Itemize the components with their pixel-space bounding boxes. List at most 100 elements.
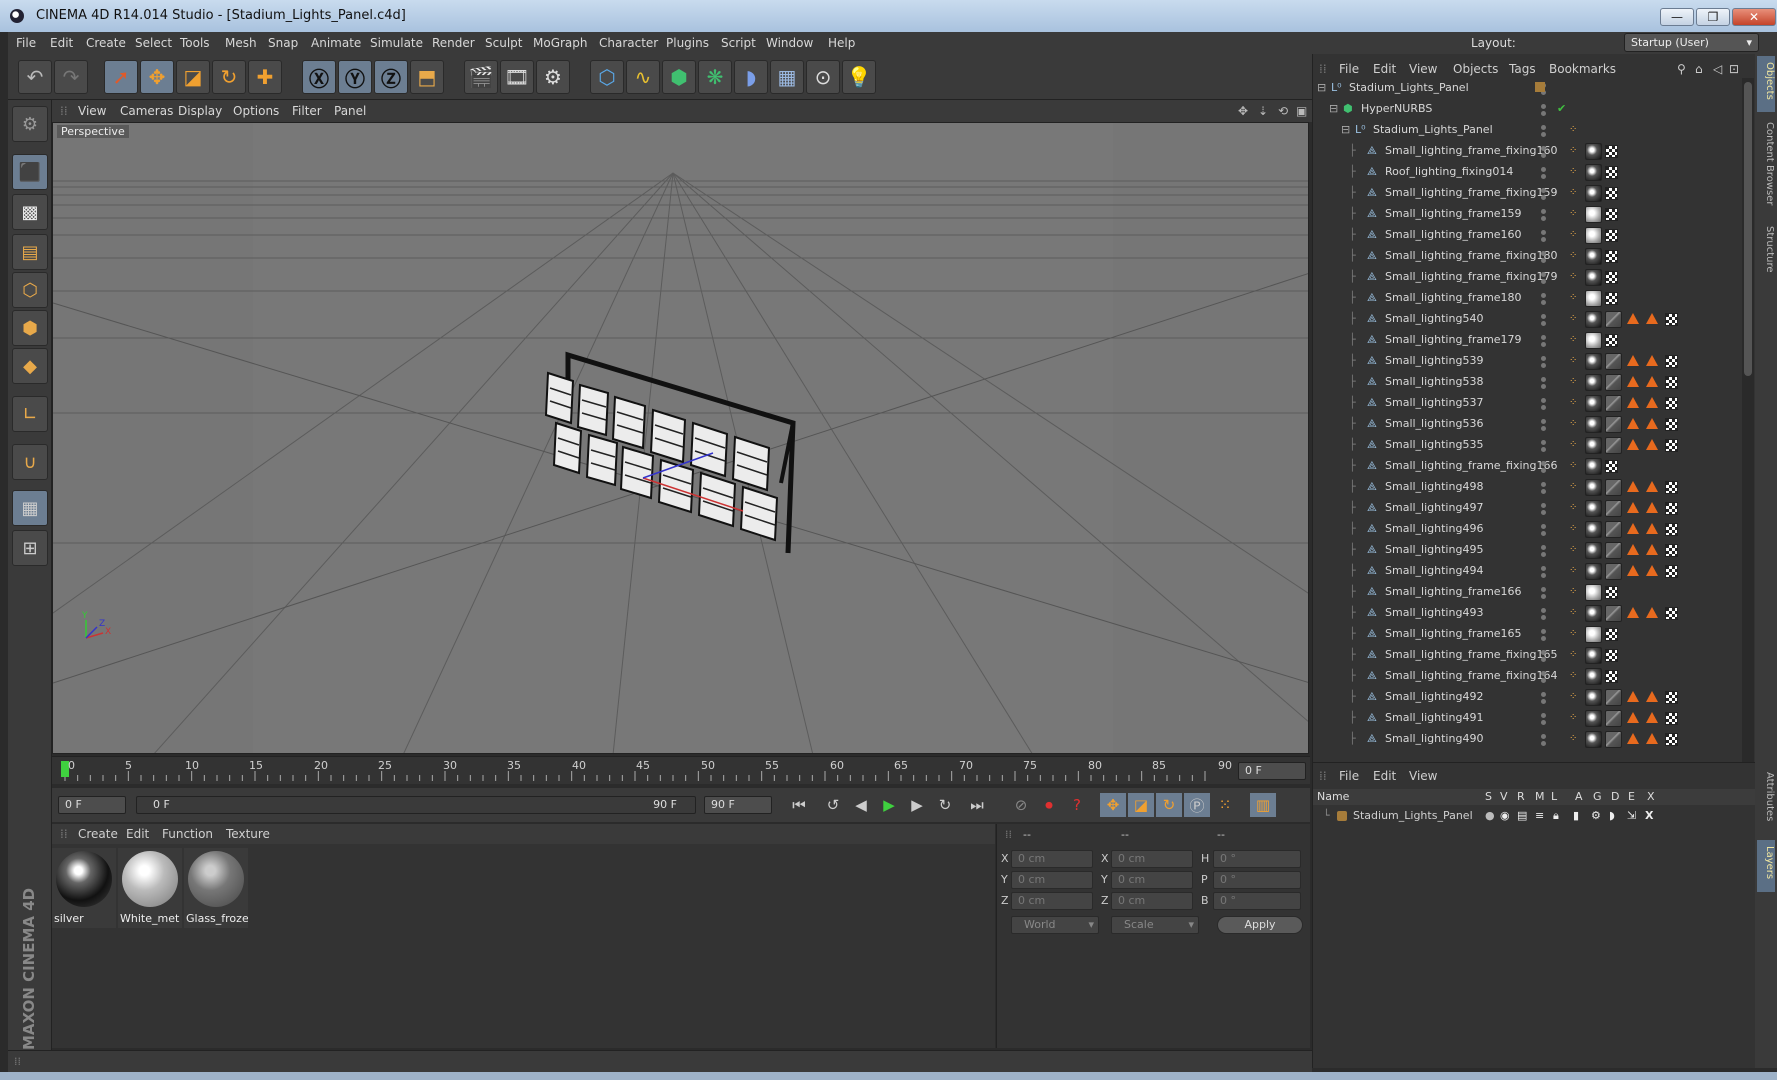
render-visibility-dot[interactable] — [1541, 657, 1546, 662]
back-icon[interactable]: ◁ — [1713, 62, 1722, 76]
coordinate-system-icon[interactable]: ⬒ — [410, 60, 444, 94]
size-x-field[interactable]: 0 cm — [1111, 850, 1193, 868]
uvw-tag-icon[interactable] — [1665, 544, 1678, 557]
position-z-field[interactable]: 0 cm — [1011, 892, 1093, 910]
uvw-tag-icon[interactable] — [1605, 187, 1618, 200]
material-tag-icon[interactable] — [1585, 500, 1602, 517]
objects-menu-view[interactable]: View — [1409, 62, 1437, 76]
uvw-tag-icon[interactable] — [1665, 355, 1678, 368]
menu-help[interactable]: Help — [828, 36, 855, 50]
object-tree-row[interactable]: ├ ⟁ Small_lighting535 ⁘ — [1313, 435, 1742, 456]
uvw-tag-icon[interactable] — [1665, 481, 1678, 494]
layer-row[interactable]: └ Stadium_Lights_Panel ● ◉ ▤ ≡ 🔒︎ ▮ ⚙ ◗ … — [1313, 807, 1756, 825]
object-tree-row[interactable]: ├ ⟁ Small_lighting_frame165 ⁘ — [1313, 624, 1742, 645]
editor-visibility-dot[interactable] — [1541, 461, 1546, 466]
uvw-tag-icon[interactable] — [1605, 460, 1618, 473]
selection-tag-icon[interactable] — [1627, 733, 1639, 744]
material-tag-icon[interactable] — [1585, 605, 1602, 622]
layer-col-manager[interactable]: M — [1535, 790, 1545, 803]
object-tree-row[interactable]: ├ ⟁ Small_lighting_frame_fixing180 ⁘ — [1313, 246, 1742, 267]
pan-icon[interactable]: ✥ — [1238, 104, 1248, 118]
render-visibility-dot[interactable] — [1541, 594, 1546, 599]
tab-content-browser[interactable]: Content Browser — [1757, 116, 1775, 216]
y-axis-lock-icon[interactable]: Ⓨ — [338, 60, 372, 94]
selection-tag-icon[interactable] — [1646, 376, 1658, 387]
tab-layers[interactable]: Layers — [1757, 840, 1775, 892]
material-tag-icon[interactable] — [1585, 416, 1602, 433]
size-y-field[interactable]: 0 cm — [1111, 871, 1193, 889]
scrollbar-thumb[interactable] — [1744, 82, 1752, 376]
render-visibility-dot[interactable] — [1541, 720, 1546, 725]
selection-tag-icon[interactable] — [1627, 418, 1639, 429]
object-tree-row[interactable]: ├ ⟁ Small_lighting538 ⁘ — [1313, 372, 1742, 393]
uvw-tag-icon[interactable] — [1605, 229, 1618, 242]
object-name[interactable]: Small_lighting_frame160 — [1385, 228, 1522, 241]
phong-tag-icon[interactable]: ⁘ — [1569, 566, 1579, 576]
camera-icon[interactable]: ⊙ — [806, 60, 840, 94]
material-menu-edit[interactable]: Edit — [126, 827, 149, 841]
selection-tag-icon[interactable] — [1646, 733, 1658, 744]
timeline-window-icon[interactable]: ▥ — [1250, 793, 1276, 817]
uvw-tag-icon[interactable] — [1605, 166, 1618, 179]
material-tag-icon[interactable] — [1585, 227, 1602, 244]
new-view-icon[interactable]: ⊡ — [1729, 62, 1739, 76]
editor-visibility-dot[interactable] — [1541, 272, 1546, 277]
uvw-tag-icon[interactable] — [1605, 292, 1618, 305]
viewport-scene[interactable]: Y X Z — [53, 123, 1309, 754]
selection-tag-icon[interactable] — [1627, 313, 1639, 324]
glass-material-tag-icon[interactable] — [1605, 689, 1622, 706]
render-visibility-dot[interactable] — [1541, 636, 1546, 641]
home-icon[interactable]: ⌂ — [1695, 62, 1703, 76]
render-visibility-dot[interactable] — [1541, 384, 1546, 389]
material-tag-icon[interactable] — [1585, 668, 1602, 685]
edges-mode-icon[interactable]: ⬢ — [12, 310, 48, 346]
phong-tag-icon[interactable]: ⁘ — [1569, 461, 1579, 471]
size-z-field[interactable]: 0 cm — [1111, 892, 1193, 910]
object-name[interactable]: Small_lighting538 — [1385, 375, 1483, 388]
menu-window[interactable]: Window — [766, 36, 813, 50]
go-to-end-icon[interactable]: ⏭ — [964, 793, 990, 817]
editor-visibility-dot[interactable] — [1541, 209, 1546, 214]
objects-menu-edit[interactable]: Edit — [1373, 62, 1396, 76]
object-tree-row[interactable]: ├ ⟁ Small_lighting_frame_fixing165 ⁘ — [1313, 645, 1742, 666]
phong-tag-icon[interactable]: ⁘ — [1569, 545, 1579, 555]
selection-tag-icon[interactable] — [1646, 691, 1658, 702]
editor-visibility-dot[interactable] — [1541, 167, 1546, 172]
editor-visibility-dot[interactable] — [1541, 566, 1546, 571]
phong-tag-icon[interactable]: ⁘ — [1569, 398, 1579, 408]
objects-menu-file[interactable]: File — [1339, 62, 1359, 76]
uvw-tag-icon[interactable] — [1605, 208, 1618, 221]
selection-tag-icon[interactable] — [1627, 355, 1639, 366]
render-visibility-dot[interactable] — [1541, 405, 1546, 410]
render-visibility-dot[interactable] — [1541, 615, 1546, 620]
layer-col-locked[interactable]: L — [1551, 790, 1557, 803]
render-visibility-dot[interactable] — [1541, 174, 1546, 179]
object-tree-row[interactable]: ├ ⟁ Small_lighting539 ⁘ — [1313, 351, 1742, 372]
rotation-h-field[interactable]: 0 ° — [1213, 850, 1301, 868]
object-tree-row[interactable]: ├ ⟁ Small_lighting_frame160 ⁘ — [1313, 225, 1742, 246]
viewport-menu-display[interactable]: Display — [178, 104, 222, 118]
close-button[interactable]: ✕ — [1732, 8, 1776, 26]
glass-material-tag-icon[interactable] — [1605, 521, 1622, 538]
uvw-tag-icon[interactable] — [1605, 670, 1618, 683]
phong-tag-icon[interactable]: ⁘ — [1569, 650, 1579, 660]
editor-visibility-dot[interactable] — [1541, 419, 1546, 424]
object-tree-row[interactable]: ⊟ L⁰ Stadium_Lights_Panel ⁘ — [1313, 120, 1742, 141]
glass-material-tag-icon[interactable] — [1605, 395, 1622, 412]
render-visibility-dot[interactable] — [1541, 300, 1546, 305]
editor-visibility-dot[interactable] — [1541, 608, 1546, 613]
maximize-view-icon[interactable]: ▣ — [1296, 104, 1307, 118]
editor-visibility-dot[interactable] — [1541, 230, 1546, 235]
phong-tag-icon[interactable]: ⁘ — [1569, 209, 1579, 219]
z-axis-lock-icon[interactable]: Ⓩ — [374, 60, 408, 94]
menu-select[interactable]: Select — [135, 36, 172, 50]
object-name[interactable]: Small_lighting537 — [1385, 396, 1483, 409]
editor-visibility-dot[interactable] — [1541, 104, 1546, 109]
menu-sculpt[interactable]: Sculpt — [485, 36, 522, 50]
render-visibility-dot[interactable] — [1541, 216, 1546, 221]
play-icon[interactable]: ▶ — [876, 793, 902, 817]
glass-material-tag-icon[interactable] — [1605, 731, 1622, 748]
phong-tag-icon[interactable]: ⁘ — [1569, 377, 1579, 387]
selection-tag-icon[interactable] — [1646, 313, 1658, 324]
render-visibility-dot[interactable] — [1541, 489, 1546, 494]
